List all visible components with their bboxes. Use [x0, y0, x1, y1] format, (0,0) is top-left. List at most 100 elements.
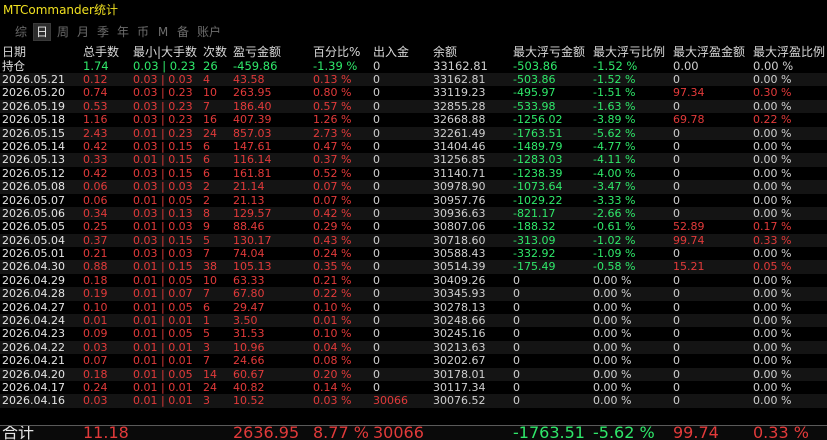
tab-2[interactable]: 周 [55, 23, 71, 41]
stats-grid: 日期 总手数 最小|大手数 次数 盈亏金额 百分比% 出入金 余额 最大浮亏金额… [0, 44, 827, 408]
row-max-float-profit: 0 [673, 180, 680, 194]
table-row[interactable]: 2026.05.07 0.06 0.01 | 0.05 2 21.13 0.07 % 0 30… [0, 194, 827, 207]
row-pnl: 21.14 [233, 180, 265, 194]
row-max-float-profit-pct: 0.30 % [753, 86, 792, 100]
row-max-float-profit: 0 [673, 126, 680, 140]
row-deposit-withdraw: 0 [373, 73, 380, 86]
table-row[interactable]: 2026.05.20 0.74 0.03 | 0.23 10 263.95 0.80 % 0… [0, 86, 827, 99]
row-pnl: 161.81 [233, 166, 272, 180]
row-lots: 0.53 [83, 99, 108, 113]
tab-4[interactable]: 季 [95, 23, 111, 41]
row-balance: 33162.81 [433, 73, 486, 86]
row-max-float-loss-pct: -5.62 % [593, 126, 636, 140]
col-header-count[interactable]: 次数 [203, 44, 231, 60]
tab-1[interactable]: 日 [33, 23, 51, 41]
row-deposit-withdraw: 0 [373, 380, 380, 394]
row-lots: 0.33 [83, 153, 108, 167]
row-percent: 0.01 % [313, 314, 352, 328]
table-row[interactable]: 2026.04.16 0.03 0.01 | 0.01 3 10.52 0.03 % 300… [0, 394, 827, 408]
row-max-float-profit-pct: 0.00 % [753, 139, 792, 153]
table-row[interactable]: 2026.04.20 0.18 0.01 | 0.05 14 60.67 0.20 % 0 3… [0, 367, 827, 381]
tab-8[interactable]: 备 [175, 23, 191, 41]
table-row[interactable]: 2026.05.15 2.43 0.01 | 0.23 24 857.03 2.73 % 0… [0, 126, 827, 140]
table-row[interactable]: 2026.05.04 0.37 0.03 | 0.15 5 130.17 0.43 % 0 3… [0, 233, 827, 248]
row-count: 6 [203, 153, 210, 167]
table-row[interactable]: 2026.05.01 0.21 0.03 | 0.03 7 74.04 0.24 % 0 30… [0, 247, 827, 260]
table-row[interactable]: 2026.04.23 0.09 0.01 | 0.05 5 31.53 0.10 % 0 30… [0, 327, 827, 340]
row-max-float-loss: 0 [513, 394, 520, 408]
tab-3[interactable]: 月 [75, 23, 91, 41]
table-row[interactable]: 2026.05.18 1.16 0.03 | 0.23 16 407.39 1.26 % 0… [0, 113, 827, 126]
col-header-percent[interactable]: 百分比% [313, 44, 369, 60]
row-balance: 32855.28 [433, 99, 486, 113]
col-header-total-lots[interactable]: 总手数 [83, 44, 129, 60]
table-row[interactable]: 2026.05.08 0.06 0.03 | 0.03 2 21.14 0.07 % 0 30… [0, 180, 827, 194]
row-lots: 0.74 [83, 86, 108, 100]
row-balance: 30936.63 [433, 206, 486, 220]
table-row[interactable]: 2026.04.30 0.88 0.01 | 0.15 38 105.13 0.35 % 0… [0, 260, 827, 274]
row-pnl: 10.52 [233, 394, 265, 408]
col-header-max-float-profit[interactable]: 最大浮盈金额 [673, 44, 749, 60]
row-deposit-withdraw: 0 [373, 153, 380, 167]
col-header-max-float-profit-pct[interactable]: 最大浮盈比例 [753, 44, 827, 60]
col-header-balance[interactable]: 余额 [433, 44, 509, 60]
row-date: 2026.05.01 [2, 247, 65, 261]
row-max-float-profit-pct: 0.05 % [753, 260, 792, 274]
row-count: 2 [203, 180, 210, 194]
row-count: 8 [203, 206, 210, 220]
row-balance: 30117.34 [433, 380, 486, 394]
row-date: 2026.04.16 [2, 394, 65, 408]
row-lot-range: 0.03 | 0.03 [133, 180, 193, 194]
table-row[interactable]: 2026.04.28 0.19 0.01 | 0.07 7 67.80 0.22 % 0 30… [0, 287, 827, 301]
table-row[interactable]: 2026.04.22 0.03 0.01 | 0.01 3 10.96 0.04 % 0 30… [0, 340, 827, 355]
position-deposit-withdraw: 0 [373, 60, 381, 73]
row-deposit-withdraw: 0 [373, 180, 380, 194]
table-row[interactable]: 2026.05.21 0.12 0.03 | 0.03 4 43.58 0.13 % 0 33… [0, 73, 827, 87]
table-row[interactable]: 2026.04.29 0.18 0.01 | 0.05 10 63.33 0.21 % 0 3… [0, 274, 827, 287]
row-count: 6 [203, 166, 210, 180]
tab-0[interactable]: 综 [13, 23, 29, 41]
row-percent: 0.47 % [313, 139, 352, 153]
row-count: 10 [203, 273, 217, 287]
row-max-float-profit-pct: 0.00 % [753, 247, 792, 261]
row-deposit-withdraw: 0 [373, 300, 380, 314]
row-deposit-withdraw: 0 [373, 354, 380, 368]
row-pnl: 31.53 [233, 327, 265, 341]
col-header-lot-range[interactable]: 最小|大手数 [133, 44, 201, 60]
row-lots: 0.25 [83, 220, 108, 234]
col-header-date[interactable]: 日期 [2, 44, 80, 60]
row-lot-range: 0.03 | 0.15 [133, 166, 193, 180]
row-count: 9 [203, 220, 210, 234]
col-header-max-float-loss-pct[interactable]: 最大浮亏比例 [593, 44, 669, 60]
tab-7[interactable]: M [155, 23, 171, 41]
row-max-float-loss: -1238.39 [513, 166, 563, 180]
table-row[interactable]: 2026.05.12 0.42 0.03 | 0.15 6 161.81 0.52 % 0 3… [0, 167, 827, 180]
table-row[interactable]: 2026.05.14 0.42 0.03 | 0.15 6 147.61 0.47 % 0 3… [0, 140, 827, 153]
row-date: 2026.05.19 [2, 99, 65, 113]
row-lot-range: 0.03 | 0.13 [133, 206, 193, 220]
row-max-float-loss: -503.86 [513, 73, 556, 86]
row-deposit-withdraw: 0 [373, 86, 380, 100]
row-max-float-loss: -1489.79 [513, 139, 563, 153]
table-row[interactable]: 2026.04.27 0.10 0.01 | 0.05 6 29.47 0.10 % 0 30… [0, 301, 827, 314]
row-max-float-loss-pct: 0.00 % [593, 273, 632, 287]
row-deposit-withdraw: 0 [373, 314, 380, 328]
tab-9[interactable]: 账户 [195, 23, 223, 41]
table-row[interactable]: 2026.05.13 0.33 0.01 | 0.15 6 116.14 0.37 % 0 3… [0, 153, 827, 167]
row-lot-range: 0.01 | 0.01 [133, 314, 193, 328]
table-row[interactable]: 2026.05.05 0.25 0.01 | 0.03 9 88.46 0.29 % 0 30… [0, 220, 827, 233]
col-header-pnl[interactable]: 盈亏金额 [233, 44, 309, 60]
table-row[interactable]: 2026.04.24 0.01 0.01 | 0.01 1 3.50 0.01 % 0 302… [0, 314, 827, 328]
tab-6[interactable]: 币 [135, 23, 151, 41]
table-row[interactable]: 2026.04.17 0.24 0.01 | 0.01 24 40.82 0.14 % 0 3… [0, 381, 827, 394]
col-header-deposit-withdraw[interactable]: 出入金 [373, 44, 429, 60]
row-lot-range: 0.01 | 0.01 [133, 380, 193, 394]
table-row[interactable]: 2026.05.19 0.53 0.03 | 0.23 7 186.40 0.57 % 0 3… [0, 99, 827, 114]
row-date: 2026.05.21 [2, 73, 65, 86]
position-row[interactable]: 持仓 1.74 0.03 | 0.23 26 -459.86 -1.39 % 0… [0, 60, 827, 73]
table-row[interactable]: 2026.04.21 0.07 0.01 | 0.01 7 24.66 0.08 % 0 30… [0, 354, 827, 367]
row-max-float-loss: -313.09 [513, 233, 556, 247]
table-row[interactable]: 2026.05.06 0.34 0.03 | 0.13 8 129.57 0.42 % 0 3… [0, 206, 827, 221]
col-header-max-float-loss[interactable]: 最大浮亏金额 [513, 44, 589, 60]
tab-5[interactable]: 年 [115, 23, 131, 41]
